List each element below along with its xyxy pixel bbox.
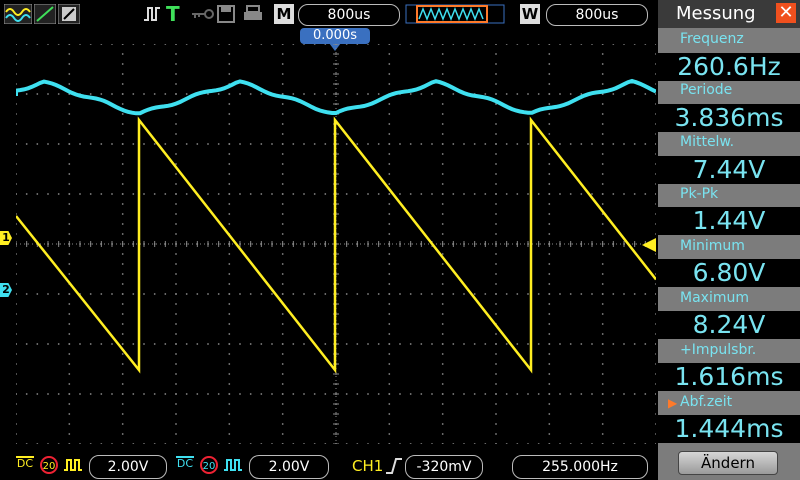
print-icon[interactable] — [242, 4, 264, 24]
measurement-label: Mittelw. — [680, 134, 735, 150]
measurement-value[interactable]: 1.616ms — [658, 363, 800, 391]
measurement-value[interactable]: 6.80V — [658, 259, 800, 287]
main-timebase-value[interactable]: 800us — [298, 4, 400, 26]
measurement-label: Frequenz — [680, 31, 744, 47]
ch2-bandwidth-limit-icon[interactable]: 20 — [200, 456, 218, 474]
trigger-level-value[interactable]: -320mV — [405, 455, 483, 479]
trigger-source-label[interactable]: CH1 — [352, 457, 383, 475]
close-icon[interactable]: ✕ — [776, 3, 796, 23]
measurement-label: +Impulsbr. — [680, 342, 757, 358]
top-status-bar: T M 800us W 800us — [0, 0, 656, 28]
trigger-level-marker-icon[interactable] — [642, 238, 656, 252]
ch1-bandwidth-limit-icon[interactable]: 20 — [40, 456, 58, 474]
trigger-position-label: 0.000s — [300, 28, 370, 44]
measurement-value[interactable]: 1.44V — [658, 207, 800, 235]
measurement-panel-title: Messung — [676, 3, 756, 24]
oscilloscope-screen[interactable] — [16, 44, 656, 444]
window-timebase-mode-button[interactable]: W — [520, 4, 540, 24]
persistence-icon[interactable] — [58, 4, 80, 24]
ch1-volts-per-div[interactable]: 2.00V — [89, 455, 167, 479]
bottom-status-bar: DC 20 2.00V DC 20 2.00V CH1 -320mV 255.0… — [0, 452, 656, 480]
change-button[interactable]: Ändern — [678, 451, 778, 475]
measurement-value[interactable]: 3.836ms — [658, 104, 800, 132]
key-lock-icon — [192, 9, 214, 19]
selected-arrow-icon: ▶ — [668, 396, 678, 410]
measurement-label: Minimum — [680, 238, 745, 254]
measurement-label: Maximum — [680, 290, 749, 306]
vector-mode-icon[interactable] — [34, 4, 56, 24]
ch1-level-marker[interactable]: 1 — [0, 231, 12, 245]
rising-edge-icon — [386, 458, 402, 474]
measurement-label: Pk-Pk — [680, 186, 719, 202]
measurement-panel: Messung ✕ Frequenz 260.6Hz Periode 3.836… — [658, 0, 800, 480]
waveform-display-icon[interactable] — [4, 4, 32, 24]
ch1-coupling-label[interactable]: DC — [16, 456, 34, 469]
measurement-label: Abf.zeit — [680, 394, 733, 410]
window-timebase-value[interactable]: 800us — [546, 4, 648, 26]
ch2-pulse-icon — [224, 459, 242, 471]
measurement-value[interactable]: 8.24V — [658, 311, 800, 339]
ch2-coupling-label[interactable]: DC — [176, 456, 194, 469]
ch2-volts-per-div[interactable]: 2.00V — [249, 455, 329, 479]
measurement-panel-header: Messung ✕ — [658, 0, 800, 28]
measurement-value[interactable]: 1.444ms — [658, 415, 800, 443]
ch1-pulse-icon — [64, 459, 82, 471]
save-icon[interactable] — [216, 4, 236, 24]
ch2-level-marker[interactable]: 2 — [0, 283, 12, 297]
memory-waveform-icon[interactable] — [405, 4, 505, 24]
measurement-label: Periode — [680, 82, 733, 98]
trigger-status-label: T — [166, 2, 180, 26]
measurement-value[interactable]: 260.6Hz — [658, 53, 800, 81]
measurement-value[interactable]: 7.44V — [658, 156, 800, 184]
trigger-frequency-value: 255.000Hz — [512, 455, 648, 479]
main-timebase-mode-button[interactable]: M — [274, 4, 294, 24]
trigger-edge-icon — [144, 7, 160, 21]
